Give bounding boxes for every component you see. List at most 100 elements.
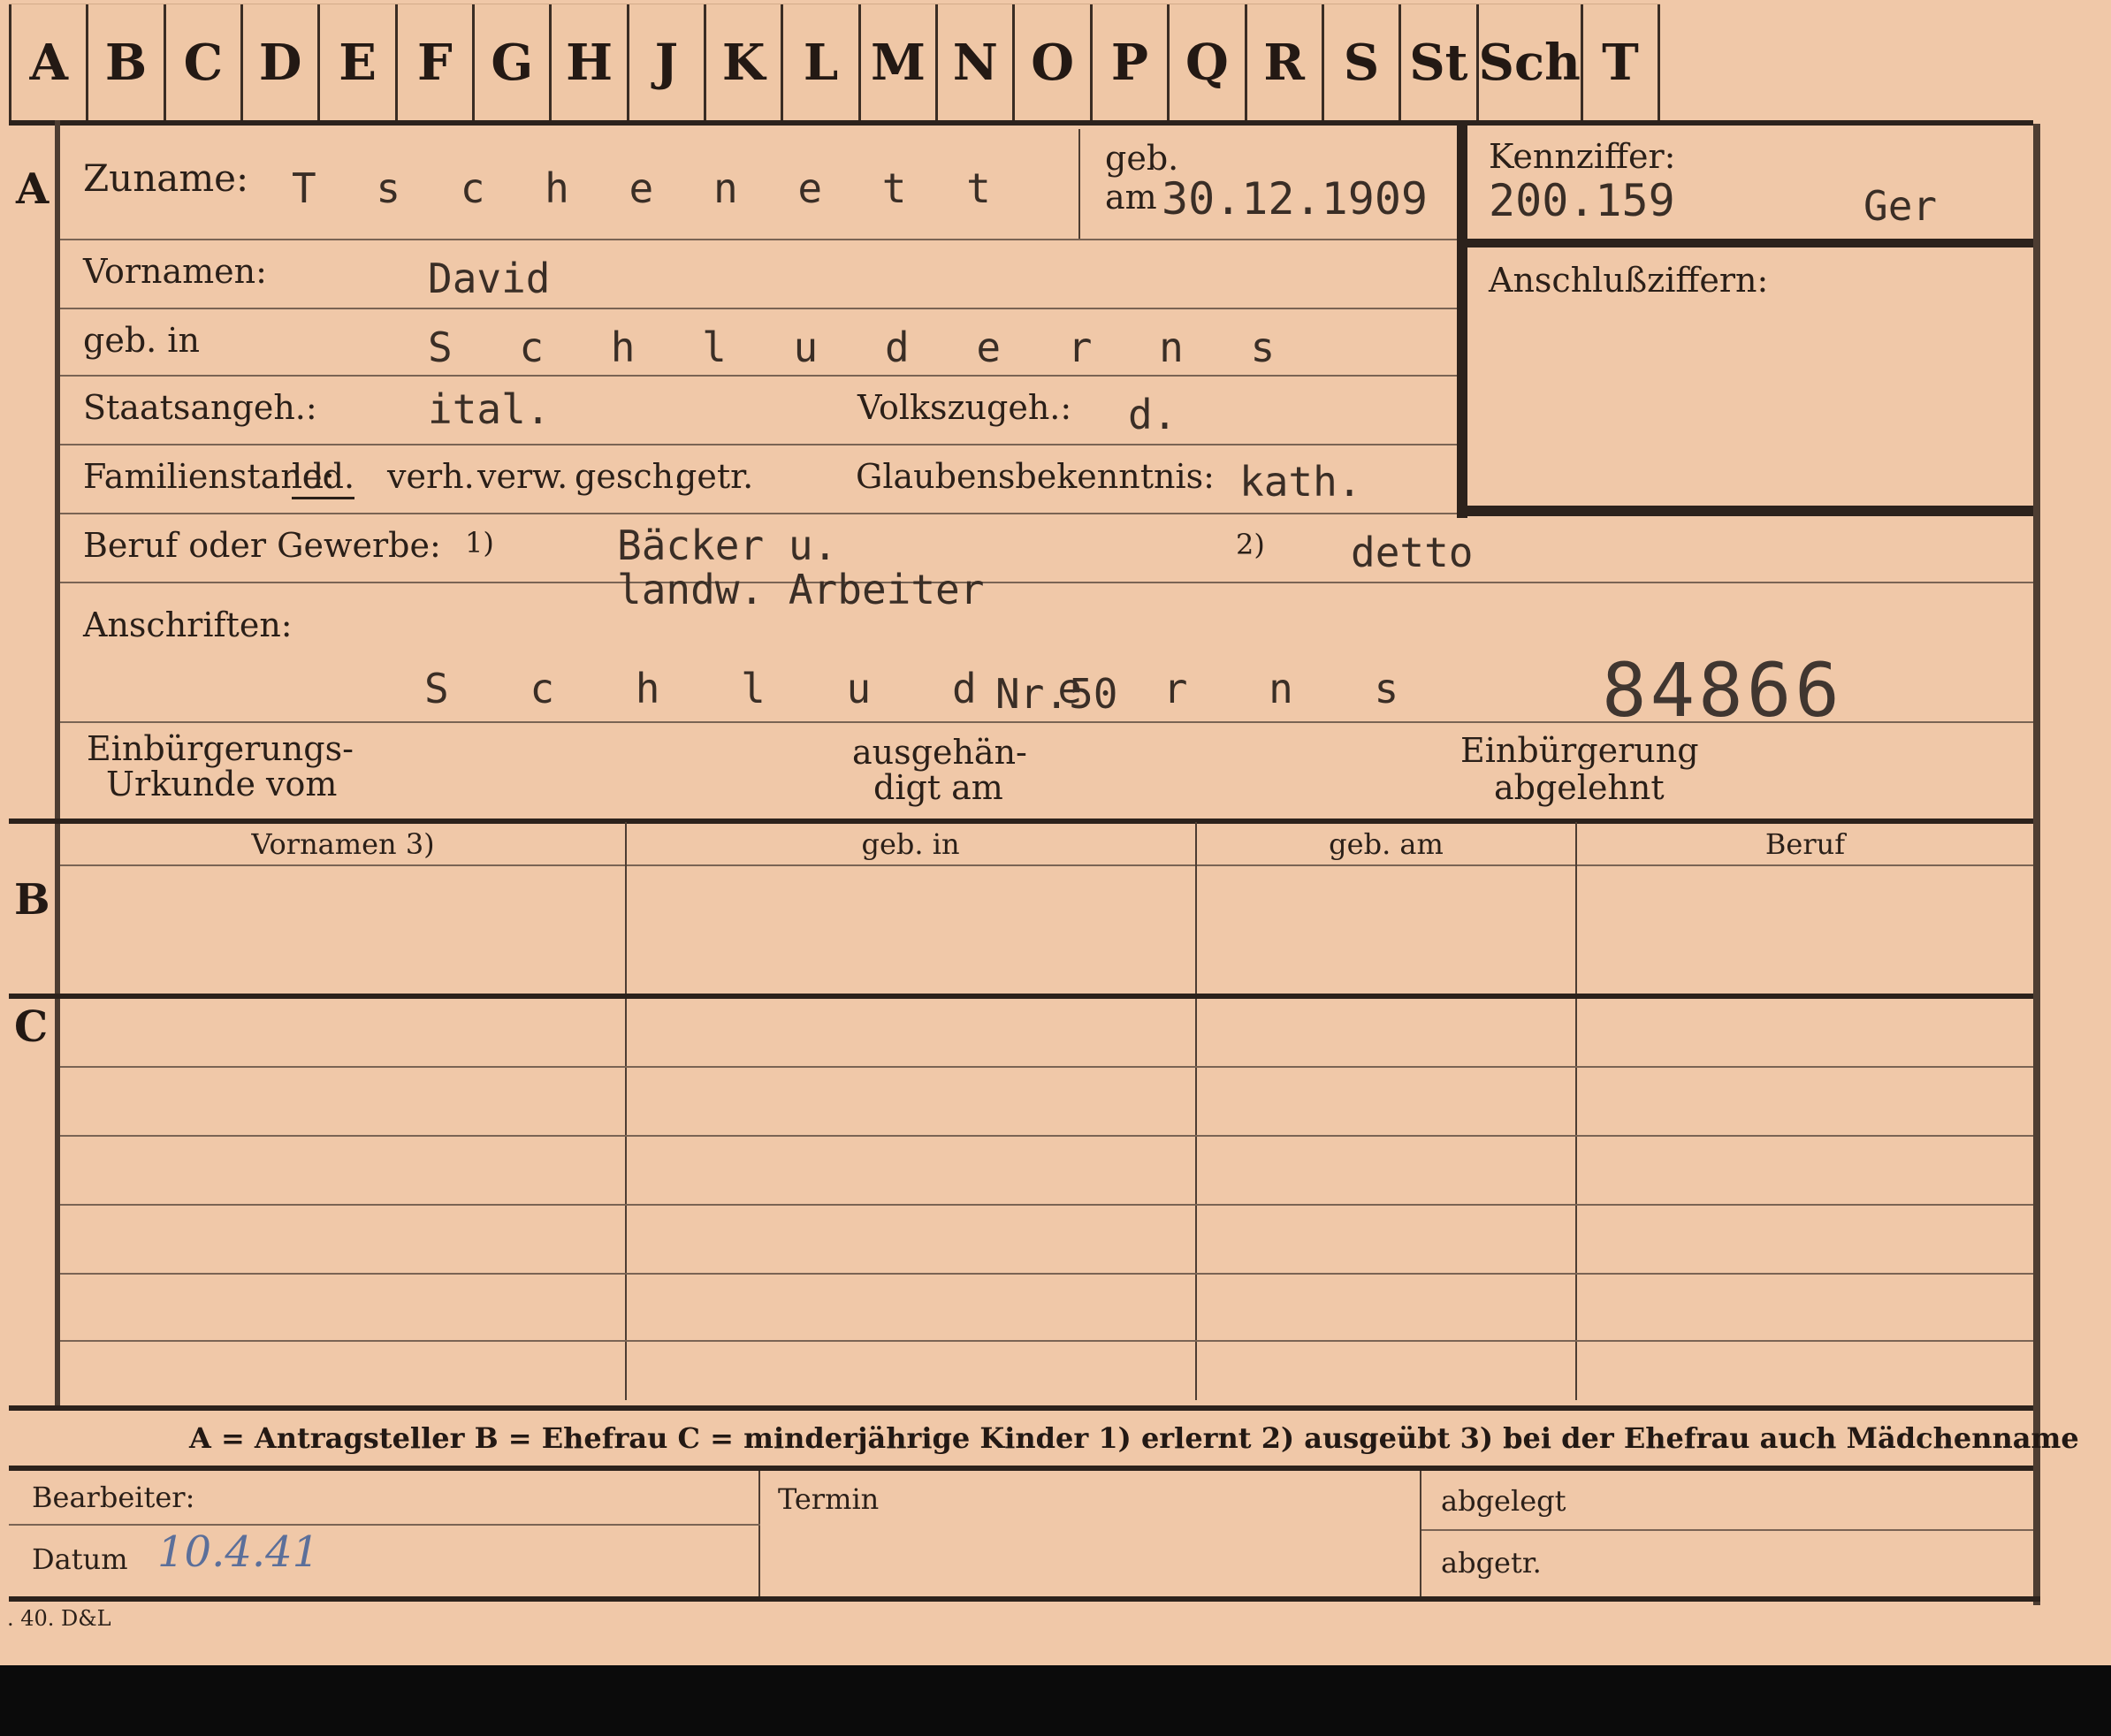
birth-date-value: 30.12.1909	[1162, 173, 1429, 225]
date-label: Datum	[32, 1542, 128, 1576]
column-header-occupation: Beruf	[1764, 827, 1846, 861]
alphabet-tab-p: P	[1093, 4, 1170, 121]
processor-label: Bearbeiter:	[32, 1481, 195, 1514]
section-a-marker: A	[16, 164, 50, 214]
row-line	[60, 239, 1457, 240]
footer-row-line	[9, 1524, 760, 1526]
table-row-line	[60, 1204, 2033, 1206]
scan-background-strip	[0, 1665, 2111, 1736]
alphabet-tab-f: F	[398, 4, 476, 121]
occupation-label: Beruf oder Gewerbe:	[83, 526, 441, 565]
id-box-bottom-border	[1467, 506, 2033, 516]
alphabet-tab-e: E	[320, 4, 398, 121]
alphabet-tab-row: A B C D E F G H J K L M N O P Q R S St Sch T	[9, 4, 1661, 121]
alphabet-tab-a: A	[9, 4, 89, 121]
alphabet-tab-s: S	[1324, 4, 1402, 121]
date-handwritten: 10.4.41	[157, 1527, 320, 1577]
alphabet-tab-t: T	[1583, 4, 1661, 121]
table-row-line	[60, 1273, 2033, 1275]
legend-text: A = Antragsteller B = Ehefrau C = minder…	[189, 1421, 2079, 1455]
table-column-divider	[1575, 822, 1577, 1400]
section-c-marker: C	[14, 1002, 49, 1052]
alphabet-tab-c: C	[166, 4, 244, 121]
address-number: Nr.50	[995, 670, 1118, 718]
occupation-practiced-value: detto	[1351, 529, 1474, 576]
first-names-label: Vornamen:	[83, 252, 267, 291]
print-code: . 40. D&L	[7, 1606, 111, 1631]
row-line	[60, 375, 1457, 377]
row-line	[60, 582, 2033, 583]
marital-option-single: led.	[292, 457, 355, 499]
rejected-label-1: Einbürgerung	[1460, 731, 1699, 770]
registration-card: A B C D E F G H J K L M N O P Q R S St Sch T A Zuname: T s c…	[0, 0, 2111, 1665]
footnote-2-marker: 2)	[1236, 528, 1265, 561]
alphabet-tab-k: K	[706, 4, 784, 121]
alphabet-tab-st: St	[1401, 4, 1479, 121]
alphabet-tab-n: N	[938, 4, 1016, 121]
rejected-label-2: abgelehnt	[1494, 768, 1665, 807]
occupation-learned-line-2: landw. Arbeiter	[617, 566, 985, 613]
surname-value: T s c h e n e t t	[292, 164, 1009, 212]
religion-label: Glaubensbekenntnis:	[856, 457, 1215, 496]
birth-label-2: am	[1105, 178, 1157, 217]
occupation-learned-line-1: Bäcker u.	[617, 522, 838, 569]
marital-option-widowed: verw.	[477, 457, 568, 496]
alphabet-tab-j: J	[629, 4, 707, 121]
alphabet-tab-d: D	[243, 4, 321, 121]
column-header-birth-date: geb. am	[1329, 827, 1444, 861]
deadline-label: Termin	[778, 1482, 880, 1516]
frame-right-line	[2033, 124, 2040, 1605]
row-line	[60, 444, 1457, 445]
frame-bottom-line	[9, 1596, 2040, 1602]
marker-column-divider	[55, 120, 60, 1411]
connection-label: Anschlußziffern:	[1489, 261, 1769, 300]
addresses-label: Anschriften:	[83, 605, 293, 644]
table-column-divider	[625, 822, 627, 1400]
frame-top-line	[9, 120, 2033, 126]
birthplace-value: S c h l u d e r n s	[428, 324, 1297, 371]
table-row-line	[60, 1340, 2033, 1342]
id-box-left-border	[1457, 124, 1467, 518]
row-line	[60, 308, 1457, 309]
id-label: Kennziffer:	[1489, 137, 1676, 176]
footer-divider	[758, 1471, 760, 1602]
legend-bottom-line	[9, 1466, 2033, 1471]
marital-option-separated: getr.	[675, 457, 754, 496]
section-b-top-line	[9, 819, 2033, 824]
legend-top-line	[9, 1405, 2033, 1411]
column-header-first-names: Vornamen 3)	[251, 827, 435, 861]
table-row-line	[60, 1066, 2033, 1068]
filed-label: abgelegt	[1441, 1484, 1566, 1518]
citizenship-label: Staatsangeh.:	[83, 388, 317, 427]
stamp-number: 84866	[1602, 647, 1843, 734]
cell-divider	[1078, 129, 1080, 239]
alphabet-tab-m: M	[861, 4, 939, 121]
alphabet-tab-r: R	[1247, 4, 1324, 121]
id-box-divider	[1467, 239, 2033, 247]
address-value: S c h l u d e r n s	[424, 665, 1428, 712]
alphabet-tab-sch: Sch	[1479, 4, 1583, 121]
section-b-marker: B	[14, 875, 50, 925]
alphabet-tab-q: Q	[1170, 4, 1247, 121]
column-header-birthplace: geb. in	[861, 827, 960, 861]
alphabet-tab-g: G	[475, 4, 553, 121]
citizenship-value: ital.	[428, 385, 551, 433]
ethnicity-value: d.	[1128, 391, 1177, 438]
naturalization-doc-label-1: Einbürgerungs-	[87, 729, 354, 768]
alphabet-tab-o: O	[1015, 4, 1093, 121]
handed-over-label-2: digt am	[873, 768, 1003, 807]
religion-value: kath.	[1239, 458, 1362, 506]
alphabet-tab-l: L	[783, 4, 861, 121]
section-c-top-line	[9, 994, 2033, 999]
birthplace-label: geb. in	[83, 321, 200, 360]
id-code: Ger	[1863, 182, 1938, 230]
marital-option-married: verh.	[387, 457, 475, 496]
footnote-1-marker: 1)	[465, 526, 494, 560]
table-row-line	[60, 1135, 2033, 1137]
ethnicity-label: Volkszugeh.:	[857, 388, 1072, 427]
signed-label: abgetr.	[1441, 1546, 1542, 1580]
table-column-divider	[1195, 822, 1197, 1400]
first-names-value: David	[428, 255, 551, 302]
surname-label: Zuname:	[83, 156, 249, 200]
footer-divider	[1420, 1471, 1421, 1602]
